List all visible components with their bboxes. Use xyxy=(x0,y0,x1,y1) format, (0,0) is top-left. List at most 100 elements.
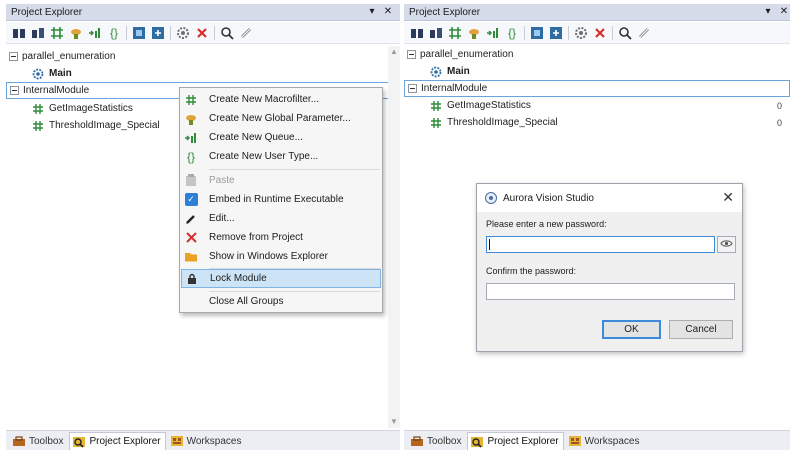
macrofilter-icon[interactable] xyxy=(447,25,463,41)
panel-menu-dropdown-icon[interactable]: ▾ xyxy=(366,5,378,19)
queue-icon[interactable] xyxy=(87,25,103,41)
blank-icon xyxy=(181,292,201,311)
project-explorer-icon xyxy=(72,436,86,448)
tree-item-label: GetImageStatistics xyxy=(447,100,531,111)
explorer-toolbar: {} xyxy=(404,22,790,44)
menu-item-remove-from-project[interactable]: Remove from Project xyxy=(181,228,381,247)
red-x-icon xyxy=(181,228,201,247)
menu-item-lock-module[interactable]: Lock Module xyxy=(181,269,381,288)
global-parameter-icon xyxy=(181,109,201,128)
tab-project-explorer[interactable]: Project Explorer xyxy=(467,432,564,450)
global-parameter-icon[interactable] xyxy=(68,25,84,41)
tree-item-label: ThresholdImage_Special xyxy=(447,117,558,128)
eye-icon xyxy=(720,239,733,251)
menu-item-show-in-explorer[interactable]: Show in Windows Explorer xyxy=(181,247,381,266)
user-type-icon[interactable]: {} xyxy=(106,25,122,41)
menu-item-close-all-groups[interactable]: Close All Groups xyxy=(181,292,381,311)
menu-item-create-queue[interactable]: Create New Queue... xyxy=(181,128,381,147)
new-module-icon[interactable] xyxy=(30,25,46,41)
tab-label: Workspaces xyxy=(186,435,242,447)
panel-menu-dropdown-icon[interactable]: ▾ xyxy=(762,5,774,19)
delete-icon[interactable] xyxy=(194,25,210,41)
toolbar-separator xyxy=(524,25,525,40)
user-type-icon[interactable]: {} xyxy=(504,25,520,41)
queue-icon xyxy=(181,128,201,147)
tree-item-label: GetImageStatistics xyxy=(49,103,133,114)
menu-item-embed-runtime[interactable]: ✓ Embed in Runtime Executable xyxy=(181,190,381,209)
panel-close-icon[interactable]: ✕ xyxy=(382,5,394,19)
tree-item-internal-module[interactable]: InternalModule xyxy=(404,80,790,97)
search-icon[interactable] xyxy=(219,25,235,41)
add-module-icon[interactable] xyxy=(150,25,166,41)
confirm-password-field[interactable] xyxy=(486,283,735,300)
new-macrofilter-icon[interactable] xyxy=(409,25,425,41)
queue-icon[interactable] xyxy=(485,25,501,41)
scroll-up-icon[interactable]: ▲ xyxy=(390,48,398,56)
panel-close-icon[interactable]: ✕ xyxy=(778,5,790,19)
panel-titlebar: Project Explorer ▾ ✕ xyxy=(6,4,400,21)
module-settings-icon[interactable] xyxy=(131,25,147,41)
dialog-close-icon[interactable]: ✕ xyxy=(722,189,734,205)
menu-item-edit[interactable]: Edit... xyxy=(181,209,381,228)
new-password-label: Please enter a new password: xyxy=(486,219,607,229)
tree-item-program[interactable]: parallel_enumeration xyxy=(404,46,790,63)
panel-titlebar: Project Explorer ▾ ✕ xyxy=(404,4,790,21)
tree-item-macrofilter[interactable]: GetImageStatistics 0 xyxy=(404,97,790,114)
show-password-button[interactable] xyxy=(717,236,736,253)
workspaces-icon xyxy=(170,435,184,447)
user-type-icon: {} xyxy=(186,149,195,164)
macrofilter-icon[interactable] xyxy=(49,25,65,41)
tab-project-explorer[interactable]: Project Explorer xyxy=(69,432,166,450)
tree-item-program[interactable]: parallel_enumeration xyxy=(6,48,400,65)
menu-item-create-macrofilter[interactable]: Create New Macrofilter... xyxy=(181,90,381,109)
menu-item-paste[interactable]: Paste xyxy=(181,171,381,190)
toolbox-icon xyxy=(410,435,424,447)
toolbar-separator xyxy=(612,25,613,40)
new-module-icon[interactable] xyxy=(428,25,444,41)
module-settings-icon[interactable] xyxy=(529,25,545,41)
dialog-title: Aurora Vision Studio xyxy=(503,192,594,204)
gear-icon[interactable] xyxy=(175,25,191,41)
ok-button[interactable]: OK xyxy=(602,320,661,339)
search-icon[interactable] xyxy=(617,25,633,41)
link-icon[interactable] xyxy=(636,25,652,41)
tree-item-main[interactable]: Main xyxy=(404,63,790,80)
menu-item-create-user-type[interactable]: {} Create New User Type... xyxy=(181,147,381,166)
macro-gear-icon xyxy=(32,68,44,80)
new-macrofilter-icon[interactable] xyxy=(11,25,27,41)
link-icon[interactable] xyxy=(238,25,254,41)
tab-workspaces[interactable]: Workspaces xyxy=(566,432,644,450)
project-explorer-icon xyxy=(470,436,484,448)
collapse-toggle[interactable] xyxy=(408,84,417,93)
menu-item-create-global-parameter[interactable]: Create New Global Parameter... xyxy=(181,109,381,128)
scroll-down-icon[interactable]: ▼ xyxy=(390,418,398,426)
macro-gear-icon xyxy=(430,66,442,78)
toolbar-separator xyxy=(214,25,215,40)
module-context-menu: Create New Macrofilter... Create New Glo… xyxy=(179,87,383,313)
toolbox-icon xyxy=(12,435,26,447)
bottom-tab-strip: Toolbox Project Explorer Workspaces xyxy=(404,430,790,450)
delete-icon[interactable] xyxy=(592,25,608,41)
tab-label: Workspaces xyxy=(584,435,640,447)
tree-item-macrofilter[interactable]: ThresholdImage_Special 0 xyxy=(404,114,790,131)
collapse-toggle[interactable] xyxy=(407,50,416,59)
macrofilter-icon xyxy=(430,100,442,112)
vertical-scrollbar[interactable]: ▲ ▼ xyxy=(388,46,400,428)
tab-label: Project Explorer xyxy=(487,436,559,447)
collapse-toggle[interactable] xyxy=(10,86,19,95)
macrofilter-icon xyxy=(181,90,201,109)
toolbar-separator xyxy=(126,25,127,40)
tab-toolbox[interactable]: Toolbox xyxy=(10,432,67,450)
collapse-toggle[interactable] xyxy=(9,52,18,61)
new-password-field[interactable] xyxy=(486,236,715,253)
global-parameter-icon[interactable] xyxy=(466,25,482,41)
dialog-titlebar: Aurora Vision Studio ✕ xyxy=(477,184,742,212)
gear-icon[interactable] xyxy=(573,25,589,41)
tree-item-main[interactable]: Main xyxy=(6,65,400,82)
tab-workspaces[interactable]: Workspaces xyxy=(168,432,246,450)
explorer-toolbar: {} xyxy=(6,22,400,44)
confirm-password-label: Confirm the password: xyxy=(486,266,577,276)
add-module-icon[interactable] xyxy=(548,25,564,41)
tab-toolbox[interactable]: Toolbox xyxy=(408,432,465,450)
cancel-button[interactable]: Cancel xyxy=(669,320,733,339)
